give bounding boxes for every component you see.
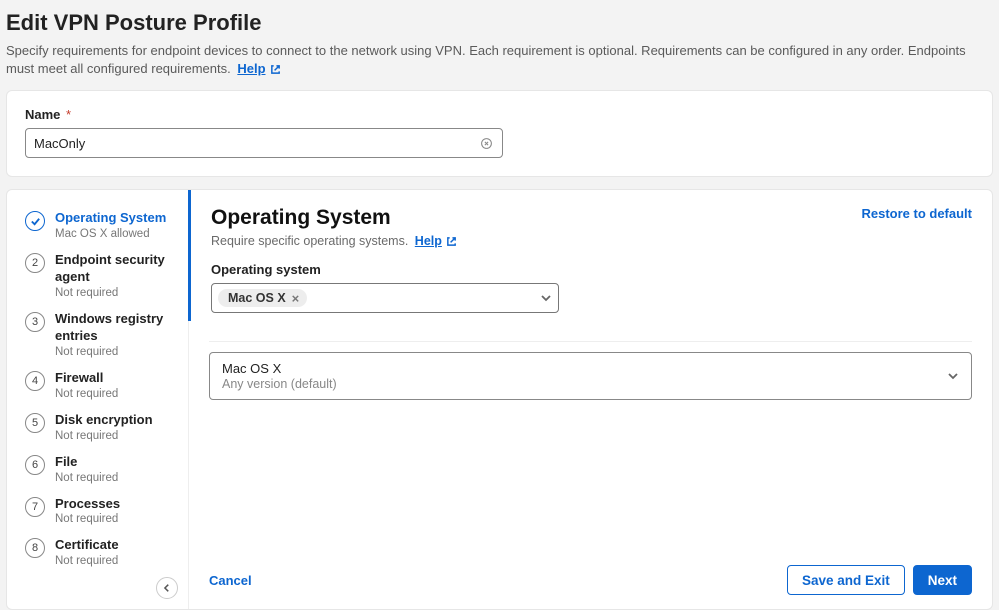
cancel-link[interactable]: Cancel [209, 573, 252, 588]
external-link-icon [270, 64, 281, 75]
step-sub: Not required [55, 430, 153, 442]
step-windows-registry-entries[interactable]: 3 Windows registry entries Not required [7, 305, 188, 364]
page-description: Specify requirements for endpoint device… [6, 42, 993, 78]
chevron-down-icon [540, 292, 552, 304]
page-title: Edit VPN Posture Profile [6, 10, 993, 36]
step-title: File [55, 454, 118, 471]
required-star: * [66, 107, 71, 122]
next-button[interactable]: Next [913, 565, 972, 595]
os-multiselect[interactable]: Mac OS X × [211, 283, 559, 313]
help-link-section[interactable]: Help [415, 234, 457, 248]
step-sub: Not required [55, 472, 118, 484]
step-sub: Not required [55, 513, 120, 525]
wizard-footer: Cancel Save and Exit Next [189, 555, 992, 609]
step-sub: Not required [55, 388, 118, 400]
step-title: Processes [55, 496, 120, 513]
wizard-panel: Operating System Mac OS X allowed 2 Endp… [6, 189, 993, 610]
step-sub: Mac OS X allowed [55, 228, 166, 240]
os-field-label: Operating system [211, 262, 972, 277]
name-input-value: MacOnly [34, 136, 478, 151]
collapse-sidebar-button[interactable] [156, 577, 178, 599]
name-card: Name * MacOnly [6, 90, 993, 177]
os-version-title: Mac OS X [222, 361, 947, 376]
restore-to-default-link[interactable]: Restore to default [861, 206, 972, 221]
chip-label: Mac OS X [228, 291, 286, 305]
section-title: Operating System [211, 206, 861, 230]
step-sub: Not required [55, 287, 178, 299]
divider [209, 341, 972, 342]
check-icon [25, 211, 45, 231]
clear-input-icon[interactable] [478, 135, 494, 151]
step-processes[interactable]: 7 Processes Not required [7, 490, 188, 532]
step-disk-encryption[interactable]: 5 Disk encryption Not required [7, 406, 188, 448]
step-sub: Not required [55, 555, 119, 567]
os-chip-mac-os-x: Mac OS X × [218, 289, 307, 307]
step-title: Operating System [55, 210, 166, 227]
step-certificate[interactable]: 8 Certificate Not required [7, 531, 188, 573]
step-title: Firewall [55, 370, 118, 387]
external-link-icon [446, 236, 457, 247]
os-version-sub: Any version (default) [222, 377, 947, 391]
step-title: Windows registry entries [55, 311, 178, 345]
step-title: Disk encryption [55, 412, 153, 429]
step-firewall[interactable]: 4 Firewall Not required [7, 364, 188, 406]
step-title: Certificate [55, 537, 119, 554]
page-header: Edit VPN Posture Profile Specify require… [0, 0, 999, 90]
help-link-header[interactable]: Help [237, 60, 280, 78]
wizard-sidebar: Operating System Mac OS X allowed 2 Endp… [7, 190, 189, 609]
step-operating-system[interactable]: Operating System Mac OS X allowed [7, 204, 188, 246]
chip-remove-icon[interactable]: × [292, 292, 300, 305]
wizard-main: Operating System Require specific operat… [189, 190, 992, 609]
chevron-down-icon [947, 370, 959, 382]
save-and-exit-button[interactable]: Save and Exit [787, 565, 905, 595]
os-version-select[interactable]: Mac OS X Any version (default) [209, 352, 972, 400]
name-label: Name [25, 107, 60, 122]
step-sub: Not required [55, 346, 178, 358]
step-endpoint-security-agent[interactable]: 2 Endpoint security agent Not required [7, 246, 188, 305]
step-title: Endpoint security agent [55, 252, 178, 286]
name-input[interactable]: MacOnly [25, 128, 503, 158]
chevron-left-icon [165, 585, 168, 592]
step-file[interactable]: 6 File Not required [7, 448, 188, 490]
section-description: Require specific operating systems. Help [211, 234, 861, 248]
